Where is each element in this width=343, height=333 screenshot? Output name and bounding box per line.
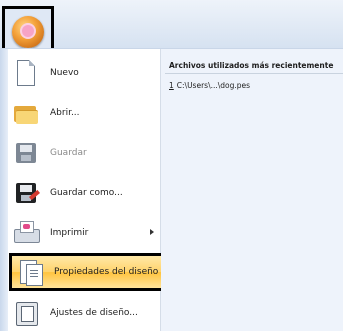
menu-gutter: [0, 49, 8, 331]
menu-item-label: Abrir...: [50, 108, 80, 118]
design-settings-icon: [12, 299, 40, 327]
menu-item-save[interactable]: Guardar: [8, 133, 158, 173]
menu-item-design-properties[interactable]: Propiedades del diseño: [9, 253, 165, 291]
divider: [165, 73, 343, 74]
design-properties-icon: [16, 258, 44, 286]
menu-item-label: Imprimir: [50, 228, 89, 238]
printer-icon: [12, 219, 40, 247]
menu-item-new[interactable]: Nuevo: [8, 53, 158, 93]
menu-item-label: Guardar como...: [50, 188, 123, 198]
submenu-arrow-icon: [150, 229, 154, 235]
save-icon: [12, 139, 40, 167]
recent-file-number: 1: [169, 81, 174, 90]
new-document-icon: [12, 59, 40, 87]
save-as-icon: [12, 179, 40, 207]
menu-item-label: Ajustes de diseño...: [50, 308, 138, 318]
menu-item-design-settings[interactable]: Ajustes de diseño...: [8, 293, 158, 333]
recent-file-item[interactable]: 1 C:\Users\...\dog.pes: [169, 81, 250, 90]
app-orb-icon: [12, 16, 44, 48]
menu-commands: Nuevo Abrir... Guardar Guardar como... I…: [0, 49, 165, 333]
application-menu: Nuevo Abrir... Guardar Guardar como... I…: [0, 48, 343, 331]
recent-files-header: Archivos utilizados más recientemente: [169, 61, 334, 70]
menu-item-save-as[interactable]: Guardar como...: [8, 173, 158, 213]
menu-item-open[interactable]: Abrir...: [8, 93, 158, 133]
menu-item-label: Guardar: [50, 148, 87, 158]
menu-item-label: Nuevo: [50, 68, 79, 78]
recent-file-path: C:\Users\...\dog.pes: [176, 81, 251, 90]
recent-files-panel: Archivos utilizados más recientemente 1C…: [161, 49, 343, 331]
open-folder-icon: [12, 99, 40, 127]
menu-item-print[interactable]: Imprimir: [8, 213, 158, 253]
menu-item-label: Propiedades del diseño: [54, 267, 159, 277]
